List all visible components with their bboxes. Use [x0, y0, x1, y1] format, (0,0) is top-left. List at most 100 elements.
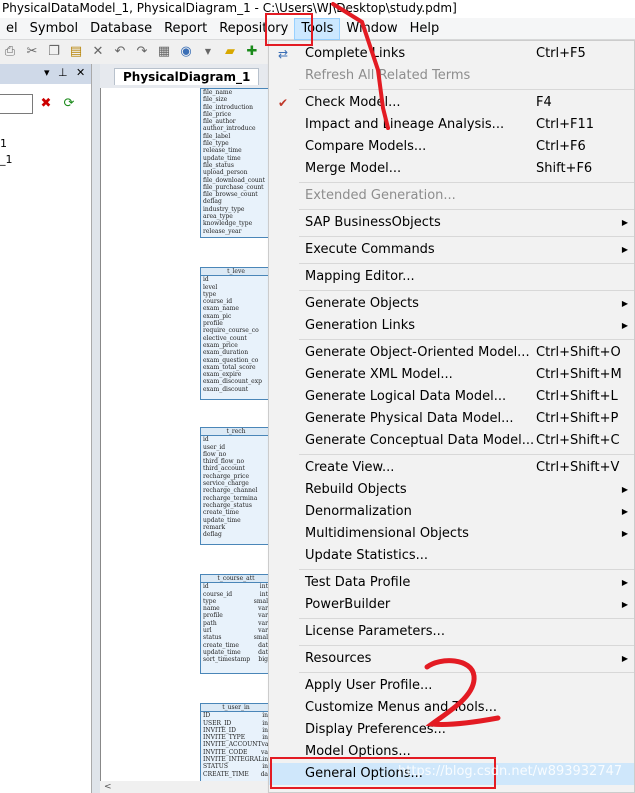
- menu-item-apply-user-profile[interactable]: Apply User Profile...: [269, 675, 634, 697]
- table-symbol[interactable]: t_leve id level type course_id exam_name exam…: [200, 267, 270, 400]
- tree-item[interactable]: 1: [0, 137, 7, 150]
- table-column: create_time: [203, 509, 269, 516]
- menu-item-generate-logical-data-model[interactable]: Generate Logical Data Model... Ctrl+Shift…: [269, 386, 634, 408]
- menu-item-resources[interactable]: Resources ▶: [269, 648, 634, 670]
- menu-item-powerbuilder[interactable]: PowerBuilder ▶: [269, 594, 634, 616]
- menu-item-generation-links[interactable]: Generation Links ▶: [269, 315, 634, 337]
- chevron-down-icon[interactable]: ▼: [200, 44, 216, 60]
- redo-icon[interactable]: ↷: [134, 44, 150, 60]
- column-name: file_browse_count: [203, 191, 258, 199]
- menu-item-generate-conceptual-data-model[interactable]: Generate Conceptual Data Model... Ctrl+Sh…: [269, 430, 634, 452]
- tools-menu: ⇄ Complete Links Ctrl+F5 Refresh All Relate…: [268, 40, 635, 793]
- submenu-arrow-icon: ▶: [621, 600, 628, 609]
- menu-item-generate-xml-model[interactable]: Generate XML Model... Ctrl+Shift+M: [269, 364, 634, 386]
- column-name: id: [203, 583, 209, 591]
- table-column: id int: [203, 583, 269, 590]
- menu-separator: [299, 89, 634, 90]
- table-column: third_account: [203, 465, 269, 472]
- menu-item-complete-links[interactable]: ⇄ Complete Links Ctrl+F5: [269, 43, 634, 65]
- clear-search-icon[interactable]: ✖: [37, 95, 55, 113]
- menu-item-create-view[interactable]: Create View... Ctrl+Shift+V: [269, 457, 634, 479]
- column-name: file_author: [203, 118, 236, 126]
- menu-item-update-statistics[interactable]: Update Statistics...: [269, 545, 634, 567]
- diagram-canvas[interactable]: file_name file_size file_introduction file_…: [100, 88, 270, 793]
- undo-icon[interactable]: ↶: [112, 44, 128, 60]
- column-name: area_type: [203, 213, 233, 221]
- table-title: t_rech: [201, 428, 269, 437]
- table-column: remark: [203, 524, 269, 531]
- table-column: course_id: [203, 298, 269, 305]
- menu-item-check-model[interactable]: ✔ Check Model... F4: [269, 92, 634, 114]
- menu-item-help[interactable]: Help: [404, 19, 446, 39]
- menu-item-multidimensional-objects[interactable]: Multidimensional Objects ▶: [269, 523, 634, 545]
- chevron-down-icon[interactable]: ▾: [44, 66, 50, 79]
- menu-item-window[interactable]: Window: [340, 19, 403, 39]
- copy-icon[interactable]: ❐: [46, 44, 62, 60]
- diagram-tabstrip: PhysicalDiagram_1: [100, 64, 270, 88]
- menu-item-merge-model[interactable]: Merge Model... Shift+F6: [269, 158, 634, 180]
- cut-icon[interactable]: ✂: [24, 44, 40, 60]
- menu-item-report[interactable]: Report: [158, 19, 213, 39]
- menu-item-license-parameters[interactable]: License Parameters...: [269, 621, 634, 643]
- menu-item-customize-menus-and-tools[interactable]: Customize Menus and Tools...: [269, 697, 634, 719]
- add-icon[interactable]: ✚: [244, 44, 260, 60]
- folder-icon[interactable]: ▰: [222, 44, 238, 60]
- menu-item-generate-object-oriented-model[interactable]: Generate Object-Oriented Model... Ctrl+Sh…: [269, 342, 634, 364]
- horizontal-scrollbar[interactable]: <: [100, 781, 270, 793]
- print-icon[interactable]: ⎙: [2, 44, 18, 60]
- model-icon[interactable]: ◉: [178, 44, 194, 60]
- table-column: exam_discount_exp: [203, 378, 269, 385]
- close-icon[interactable]: ✕: [76, 66, 85, 79]
- table-symbol[interactable]: file_name file_size file_introduction file_…: [200, 88, 270, 238]
- column-name: type: [203, 290, 217, 298]
- menu-item-display-preferences[interactable]: Display Preferences...: [269, 719, 634, 741]
- menu-item-symbol[interactable]: Symbol: [24, 19, 84, 39]
- menu-item-test-data-profile[interactable]: Test Data Profile ▶: [269, 572, 634, 594]
- menu-item-compare-models[interactable]: Compare Models... Ctrl+F6: [269, 136, 634, 158]
- refresh-icon[interactable]: ⟳: [60, 95, 78, 113]
- column-name: third_flow_no: [203, 458, 245, 466]
- menu-separator: [299, 209, 634, 210]
- menu-item-generate-objects[interactable]: Generate Objects ▶: [269, 293, 634, 315]
- table-symbol[interactable]: t_course_att id int course_id int type smal na…: [200, 574, 270, 674]
- column-name: file_name: [203, 89, 233, 96]
- table-column: file_label: [203, 133, 269, 140]
- column-name: INVITE_INTEGRAL: [203, 756, 263, 764]
- column-name: id: [203, 436, 209, 444]
- column-name: id: [203, 276, 209, 284]
- table-column: file_author: [203, 118, 269, 125]
- table-title: t_leve: [201, 268, 269, 277]
- column-name: exam_total_score: [203, 363, 256, 371]
- column-name: update_time: [203, 154, 241, 162]
- column-name: ID: [203, 712, 211, 720]
- table-column: area_type: [203, 213, 269, 220]
- properties-icon[interactable]: ▦: [156, 44, 172, 60]
- table-column: INVITE_INTEGRAL in: [203, 756, 269, 763]
- menu-item-rebuild-objects[interactable]: Rebuild Objects ▶: [269, 479, 634, 501]
- menu-item-label: Generate Object-Oriented Model...: [305, 345, 530, 360]
- menu-item-impact-and-lineage-analysis[interactable]: Impact and Lineage Analysis... Ctrl+F11: [269, 114, 634, 136]
- column-name: sort_timestamp: [203, 656, 251, 664]
- table-symbol[interactable]: t_user_in ID in USER_ID in INVITE_ID in INVITE…: [200, 703, 270, 793]
- pin-icon[interactable]: ⊥: [58, 66, 68, 79]
- menu-item-generate-physical-data-model[interactable]: Generate Physical Data Model... Ctrl+Shif…: [269, 408, 634, 430]
- annotation-box-tools: [265, 13, 313, 46]
- column-name: type: [203, 597, 217, 605]
- tab-physical-diagram[interactable]: PhysicalDiagram_1: [114, 68, 260, 85]
- menu-item-label: Rebuild Objects: [305, 482, 407, 497]
- delete-icon[interactable]: ✕: [90, 44, 106, 60]
- menu-item-denormalization[interactable]: Denormalization ▶: [269, 501, 634, 523]
- menu-item-sap-businessobjects[interactable]: SAP BusinessObjects ▶: [269, 212, 634, 234]
- table-column: deflag: [203, 198, 269, 205]
- browser-search-input[interactable]: [0, 94, 33, 114]
- paste-icon[interactable]: ▤: [68, 44, 84, 60]
- column-name: update_time: [203, 648, 241, 656]
- table-symbol[interactable]: t_rech id user_id flow_no third_flow_no thir…: [200, 427, 270, 545]
- menu-item-database[interactable]: Database: [84, 19, 158, 39]
- menu-item-model[interactable]: el: [0, 19, 24, 39]
- tree-item[interactable]: _1: [0, 153, 13, 166]
- menu-item-mapping-editor[interactable]: Mapping Editor...: [269, 266, 634, 288]
- pane-splitter[interactable]: [92, 64, 100, 793]
- scroll-left-icon[interactable]: <: [104, 782, 112, 792]
- menu-item-execute-commands[interactable]: Execute Commands ▶: [269, 239, 634, 261]
